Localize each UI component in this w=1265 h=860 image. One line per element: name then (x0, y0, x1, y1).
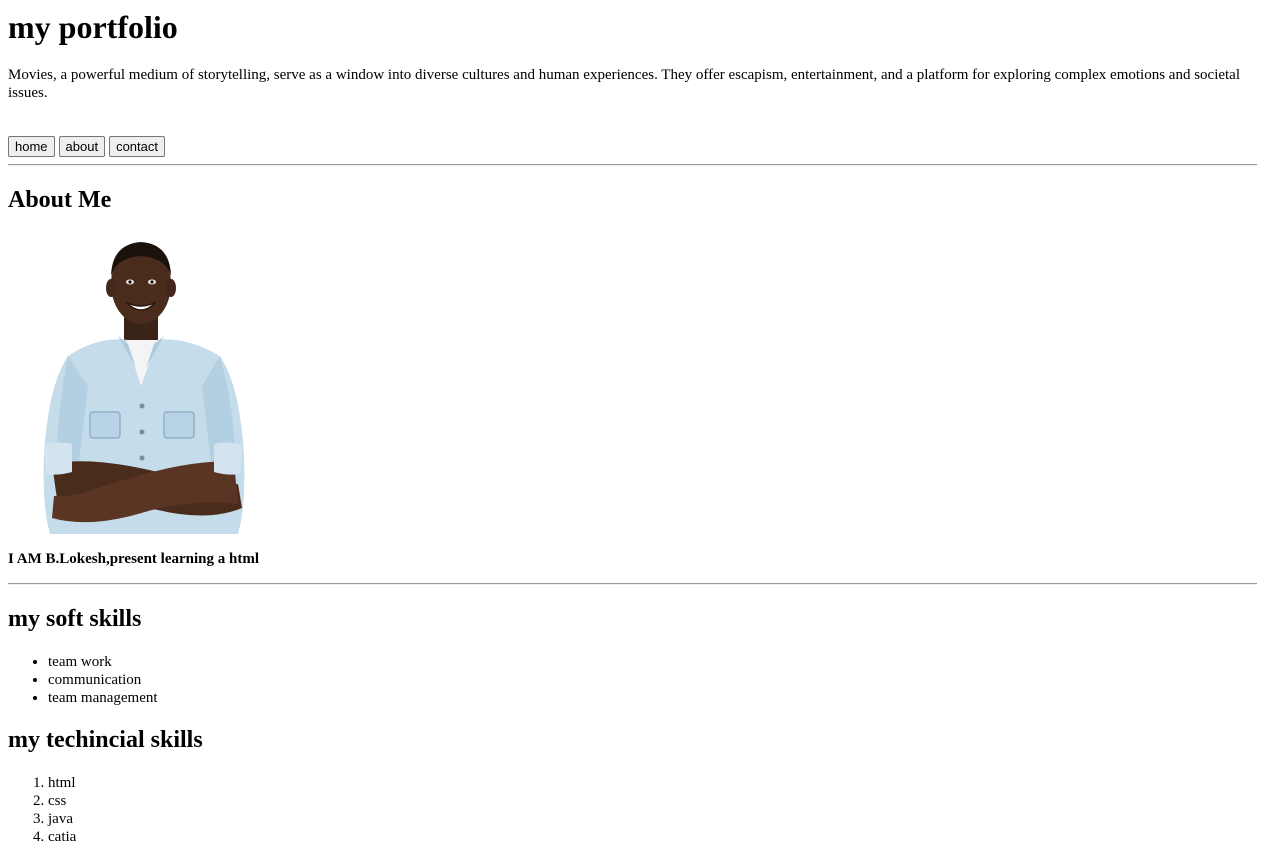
list-item: css (48, 792, 76, 810)
list-item: team work (48, 653, 158, 671)
home-button[interactable]: home (8, 136, 55, 157)
soft-skills-list: team work communication team management (8, 653, 158, 707)
divider-middle (8, 583, 1257, 585)
page-title: my portfolio (8, 9, 178, 45)
list-item: team management (48, 689, 158, 707)
about-button[interactable]: about (58, 136, 106, 157)
intro-paragraph: Movies, a powerful medium of storytellin… (8, 67, 1241, 101)
contact-button[interactable]: contact (109, 136, 165, 157)
soft-skills-heading: my soft skills (8, 606, 142, 632)
list-item: catia (48, 828, 76, 846)
nav-bar: home about contact (8, 136, 165, 157)
divider-top (8, 164, 1257, 166)
profile-photo (43, 242, 245, 534)
list-item: html (48, 774, 76, 792)
list-item: communication (48, 671, 158, 689)
technical-skills-list: html css java catia (8, 774, 76, 846)
list-item: java (48, 810, 76, 828)
about-heading: About Me (8, 187, 112, 213)
about-text: I AM B.Lokesh,present learning a html (8, 551, 259, 567)
technical-skills-heading: my techincial skills (8, 727, 203, 753)
